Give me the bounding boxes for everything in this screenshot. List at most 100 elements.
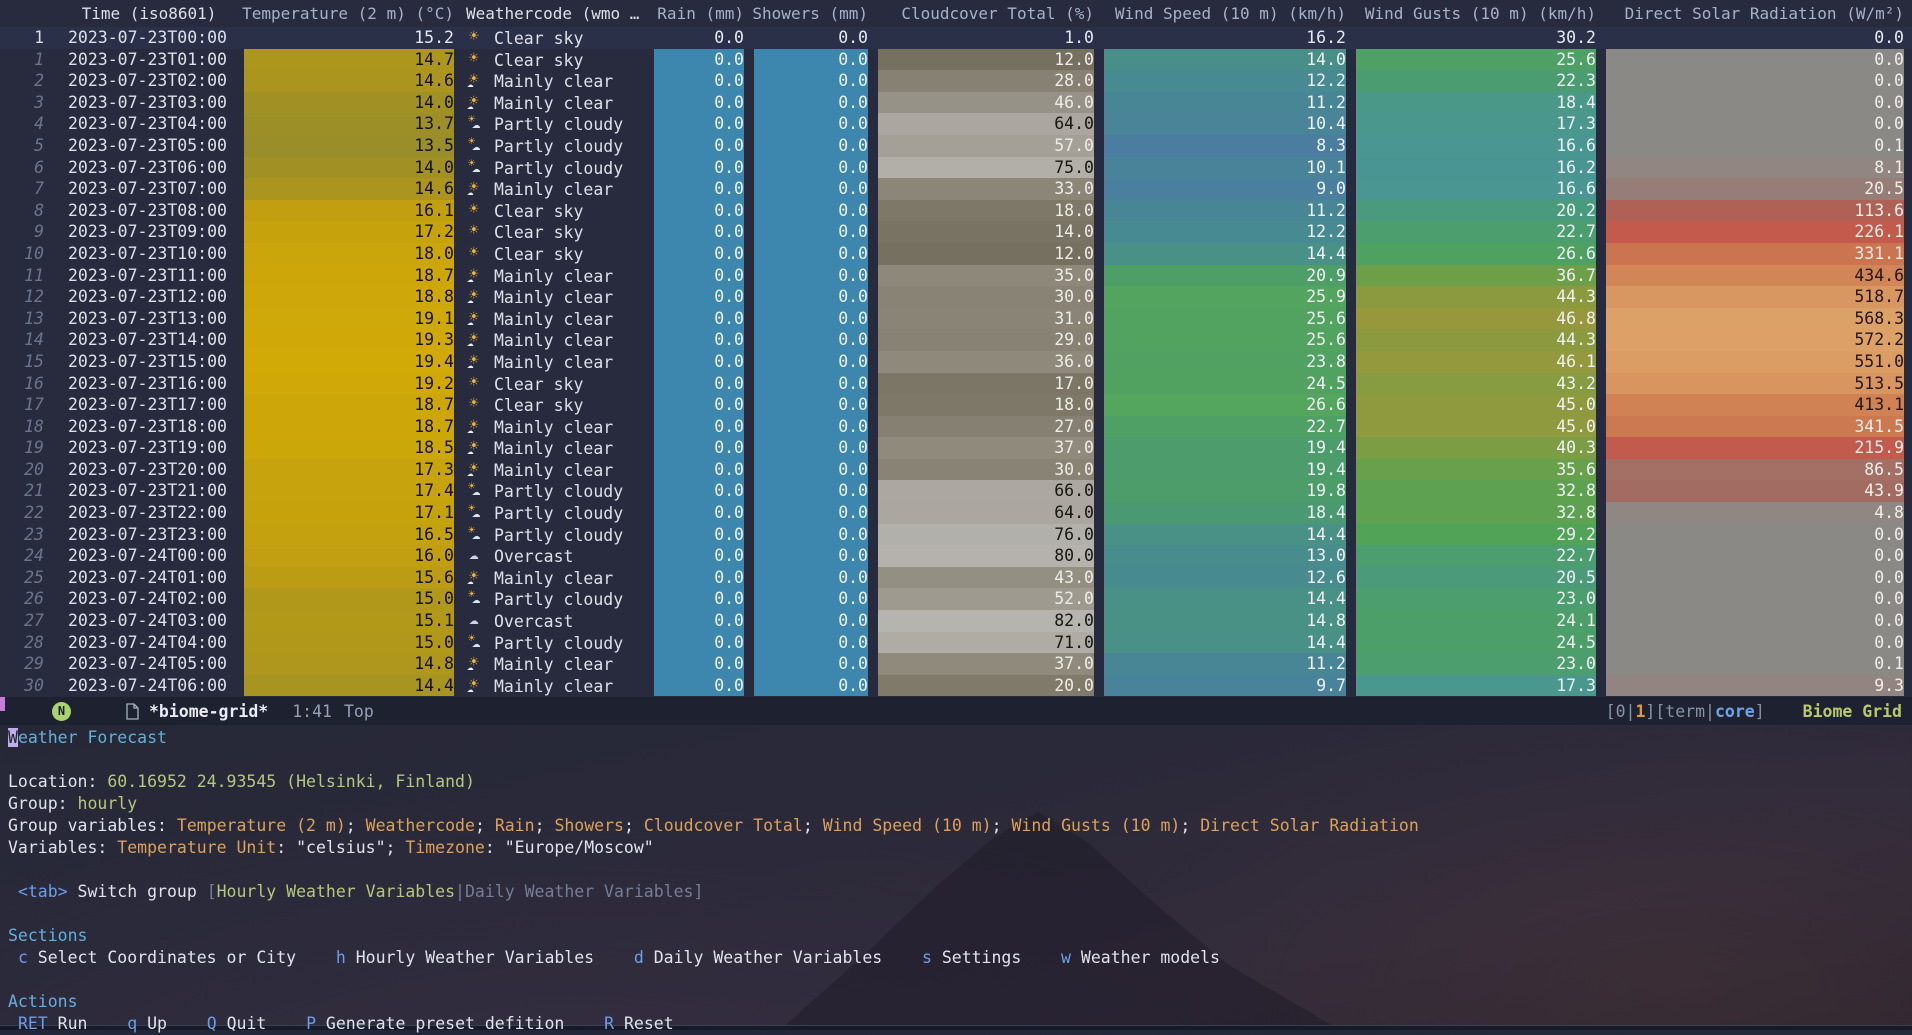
table-row[interactable]: 212023-07-23T21:0017.4☀☁Partly cloudy0.0… <box>0 480 1912 502</box>
variable-solar-radiation: Direct Solar Radiation <box>1200 816 1419 835</box>
table-row[interactable]: 162023-07-23T16:0019.2☀Clear sky0.00.017… <box>0 373 1912 395</box>
cell-time: 2023-07-24T01:00 <box>58 567 240 589</box>
table-row[interactable]: 12023-07-23T00:0015.2☀Clear sky0.00.01.0… <box>0 27 1912 49</box>
table-row[interactable]: 52023-07-23T05:0013.5☀☁Partly cloudy0.00… <box>0 135 1912 157</box>
cell-cloud: 64.0 <box>874 113 1100 135</box>
weathercode-label: Clear sky <box>494 202 583 221</box>
table-row[interactable]: 202023-07-23T20:0017.3☀☁Mainly clear0.00… <box>0 459 1912 481</box>
sun-behind-cloud-icon: ☀☁ <box>466 157 491 177</box>
cell-cloud: 27.0 <box>874 416 1100 438</box>
text-fg <box>8 882 18 901</box>
table-row[interactable]: 252023-07-24T01:0015.6☀☁Mainly clear0.00… <box>0 567 1912 589</box>
cell-rad: 568.3 <box>1602 308 1912 330</box>
table-row[interactable]: 142023-07-23T14:0019.3☀☁Mainly clear0.00… <box>0 329 1912 351</box>
switch-group-key[interactable]: <tab> <box>18 882 68 901</box>
cell-gusts: 25.6 <box>1352 49 1602 71</box>
table-row[interactable]: 82023-07-23T08:0016.1☀Clear sky0.00.018.… <box>0 200 1912 222</box>
sections-heading: Sections <box>8 926 87 945</box>
table-row[interactable]: 72023-07-23T07:0014.6☀☁Mainly clear0.00.… <box>0 178 1912 200</box>
group-line: Group: hourly <box>0 793 1912 815</box>
sun-behind-cloud-icon: ☀☁ <box>466 524 491 544</box>
cell-code: ☀☁Mainly clear <box>460 70 650 92</box>
cell-temp: 13.5 <box>240 135 460 157</box>
weathercode-label: Partly cloudy <box>494 137 623 156</box>
table-row[interactable]: 272023-07-24T03:0015.1☁Overcast0.00.082.… <box>0 610 1912 632</box>
cell-temp: 17.4 <box>240 480 460 502</box>
cell-n: 1 <box>0 27 58 49</box>
table-row[interactable]: 172023-07-23T17:0018.7☀Clear sky0.00.018… <box>0 394 1912 416</box>
column-header-temperature: Temperature (2 m) (°C) <box>240 0 460 27</box>
sun-small-cloud-icon: ☀☁ <box>466 70 491 90</box>
key-weather-models[interactable]: w <box>1061 948 1071 967</box>
workspace-1-active[interactable]: 1 <box>1635 702 1645 721</box>
key-daily-variables[interactable]: d <box>634 948 644 967</box>
table-row[interactable]: 182023-07-23T18:0018.7☀☁Mainly clear0.00… <box>0 416 1912 438</box>
cell-cloud: 75.0 <box>874 157 1100 179</box>
cell-cloud: 20.0 <box>874 675 1100 697</box>
cell-code: ☀☁Partly cloudy <box>460 157 650 179</box>
buffer-name[interactable]: *biome-grid* <box>149 702 268 721</box>
cell-cloud: 82.0 <box>874 610 1100 632</box>
table-row[interactable]: 92023-07-23T09:0017.2☀Clear sky0.00.014.… <box>0 221 1912 243</box>
weathercode-label: Clear sky <box>494 223 583 242</box>
table-row[interactable]: 12023-07-23T01:0014.7☀Clear sky0.00.012.… <box>0 49 1912 71</box>
key-reset[interactable]: R <box>604 1014 614 1033</box>
key-select-coordinates[interactable]: c <box>18 948 28 967</box>
table-row[interactable]: 222023-07-23T22:0017.1☀☁Partly cloudy0.0… <box>0 502 1912 524</box>
cell-rain: 0.0 <box>650 416 750 438</box>
table-row[interactable]: 302023-07-24T06:0014.4☀☁Mainly clear0.00… <box>0 675 1912 697</box>
cell-cloud: 14.0 <box>874 221 1100 243</box>
cell-gusts: 32.8 <box>1352 502 1602 524</box>
cell-temp: 17.3 <box>240 459 460 481</box>
workspace-0[interactable]: 0 <box>1616 702 1626 721</box>
cell-showers: 0.0 <box>750 480 874 502</box>
modeline: N *biome-grid* 1:41 Top [0|1][term|core]… <box>0 697 1912 725</box>
table-row[interactable]: 192023-07-23T19:0018.5☀☁Mainly clear0.00… <box>0 437 1912 459</box>
table-row[interactable]: 62023-07-23T06:0014.0☀☁Partly cloudy0.00… <box>0 157 1912 179</box>
key-hourly-variables[interactable]: h <box>336 948 346 967</box>
cell-rad: 434.6 <box>1602 265 1912 287</box>
table-row[interactable]: 292023-07-24T05:0014.8☀☁Mainly clear0.00… <box>0 653 1912 675</box>
cell-showers: 0.0 <box>750 610 874 632</box>
table-row[interactable]: 262023-07-24T02:0015.0☀☁Partly cloudy0.0… <box>0 588 1912 610</box>
table-row[interactable]: 152023-07-23T15:0019.4☀☁Mainly clear0.00… <box>0 351 1912 373</box>
cell-code: ☀☁Partly cloudy <box>460 588 650 610</box>
table-row[interactable]: 22023-07-23T02:0014.6☀☁Mainly clear0.00.… <box>0 70 1912 92</box>
table-row[interactable]: 122023-07-23T12:0018.8☀☁Mainly clear0.00… <box>0 286 1912 308</box>
key-generate-preset[interactable]: P <box>306 1014 316 1033</box>
tab-daily-weather-variables[interactable]: Daily Weather Variables <box>465 882 693 901</box>
table-row[interactable]: 102023-07-23T10:0018.0☀Clear sky0.00.012… <box>0 243 1912 265</box>
key-run[interactable]: RET <box>18 1014 48 1033</box>
cell-temp: 14.0 <box>240 157 460 179</box>
cell-code: ☀☁Mainly clear <box>460 459 650 481</box>
cell-rain: 0.0 <box>650 567 750 589</box>
cell-wind: 11.2 <box>1100 92 1352 114</box>
table-row[interactable]: 232023-07-23T23:0016.5☀☁Partly cloudy0.0… <box>0 524 1912 546</box>
tab-hourly-weather-variables[interactable]: Hourly Weather Variables <box>217 882 455 901</box>
table-row[interactable]: 32023-07-23T03:0014.0☀☁Mainly clear0.00.… <box>0 92 1912 114</box>
table-row[interactable]: 242023-07-24T00:0016.0☁Overcast0.00.080.… <box>0 545 1912 567</box>
cell-rad: 551.0 <box>1602 351 1912 373</box>
key-up[interactable]: q <box>127 1014 137 1033</box>
group-label: Group: <box>8 794 78 813</box>
key-settings[interactable]: s <box>922 948 932 967</box>
key-quit[interactable]: Q <box>207 1014 217 1033</box>
cell-code: ☀Clear sky <box>460 221 650 243</box>
cell-code: ☁Overcast <box>460 545 650 567</box>
cell-cloud: 37.0 <box>874 437 1100 459</box>
cell-temp: 18.7 <box>240 416 460 438</box>
cell-showers: 0.0 <box>750 265 874 287</box>
weathercode-label: Mainly clear <box>494 677 613 696</box>
cell-temp: 19.3 <box>240 329 460 351</box>
cell-showers: 0.0 <box>750 157 874 179</box>
cell-rain: 0.0 <box>650 524 750 546</box>
table-row[interactable]: 282023-07-24T04:0015.0☀☁Partly cloudy0.0… <box>0 632 1912 654</box>
sun-behind-cloud-icon: ☀☁ <box>466 480 491 500</box>
table-row[interactable]: 112023-07-23T11:0018.7☀☁Mainly clear0.00… <box>0 265 1912 287</box>
table-row[interactable]: 132023-07-23T13:0019.1☀☁Mainly clear0.00… <box>0 308 1912 330</box>
table-row[interactable]: 42023-07-23T04:0013.7☀☁Partly cloudy0.00… <box>0 113 1912 135</box>
cell-rain: 0.0 <box>650 92 750 114</box>
buffer-title: Weather Forecast <box>0 727 1912 749</box>
group-value: hourly <box>78 794 138 813</box>
weathercode-label: Clear sky <box>494 51 583 70</box>
